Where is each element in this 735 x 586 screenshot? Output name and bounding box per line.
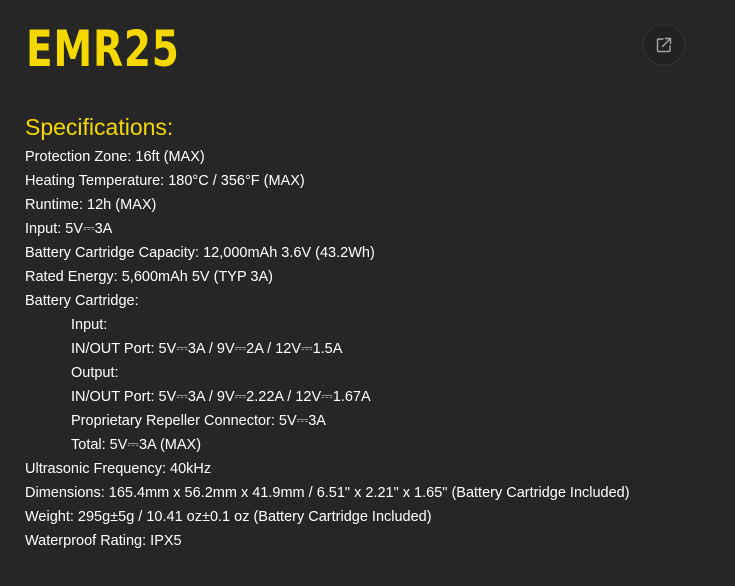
- share-button[interactable]: [643, 24, 685, 66]
- specifications-list: Protection Zone: 16ft (MAX) Heating Temp…: [25, 145, 630, 553]
- spec-battery-cartridge: Battery Cartridge:: [25, 293, 139, 309]
- spec-cartridge-total: Total: 5V⎓3A (MAX): [71, 437, 202, 453]
- spec-protection-zone: Protection Zone: 16ft (MAX): [25, 149, 205, 165]
- spec-dimensions: Dimensions: 165.4mm x 56.2mm x 41.9mm / …: [25, 485, 630, 501]
- spec-cartridge-output-port: IN/OUT Port: 5V⎓3A / 9V⎓2.22A / 12V⎓1.67…: [71, 389, 371, 405]
- spec-waterproof-rating: Waterproof Rating: IPX5: [25, 533, 182, 549]
- spec-runtime: Runtime: 12h (MAX): [25, 197, 157, 213]
- spec-heating-temperature: Heating Temperature: 180°C / 356°F (MAX): [25, 173, 305, 189]
- product-logo-title: EMR25: [26, 20, 180, 78]
- spec-rated-energy: Rated Energy: 5,600mAh 5V (TYP 3A): [25, 269, 273, 285]
- spec-input: Input: 5V⎓3A: [25, 221, 113, 237]
- spec-cartridge-input-port: IN/OUT Port: 5V⎓3A / 9V⎓2A / 12V⎓1.5A: [71, 341, 343, 357]
- spec-ultrasonic-frequency: Ultrasonic Frequency: 40kHz: [25, 461, 212, 477]
- spec-battery-capacity: Battery Cartridge Capacity: 12,000mAh 3.…: [25, 245, 375, 261]
- spec-cartridge-output-label: Output:: [71, 365, 119, 381]
- share-icon: [656, 37, 672, 53]
- spec-weight: Weight: 295g±5g / 10.41 oz±0.1 oz (Batte…: [25, 509, 432, 525]
- spec-repeller-connector: Proprietary Repeller Connector: 5V⎓3A: [71, 413, 326, 429]
- specifications-heading: Specifications:: [25, 114, 174, 140]
- spec-cartridge-input-label: Input:: [71, 317, 108, 333]
